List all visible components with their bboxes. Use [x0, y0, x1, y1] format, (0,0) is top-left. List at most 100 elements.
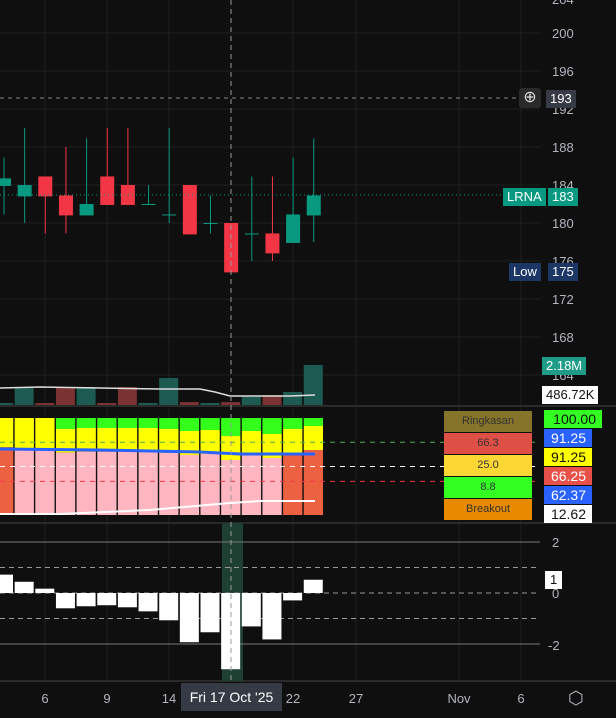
settings-icon[interactable]: ⬡ — [568, 688, 584, 709]
histogram-bar — [14, 581, 34, 593]
low-price-badge: 175 — [548, 263, 578, 281]
candle-body — [244, 233, 259, 235]
value-badge: 100.00 — [544, 410, 602, 428]
date-tick: Nov — [447, 691, 471, 706]
price-tick: 172 — [552, 292, 574, 307]
price-tick: 204 — [552, 0, 574, 7]
stack-bottom — [303, 450, 324, 515]
candle-body — [141, 204, 156, 205]
price-tick: 200 — [552, 26, 574, 41]
volume-bar — [138, 402, 158, 405]
summary-green-value: 8.8 — [444, 477, 532, 498]
stack-bottom — [138, 451, 159, 515]
volume-bar — [35, 402, 55, 405]
stack-yellow — [14, 418, 35, 451]
histogram-bar — [35, 588, 55, 593]
stack-green — [303, 418, 324, 426]
volume-bar — [200, 402, 220, 405]
stack-bottom — [76, 451, 97, 515]
histogram-bar — [97, 593, 117, 606]
histogram-bar — [283, 593, 303, 601]
crosshair-price-badge: 193 — [546, 90, 576, 108]
date-tick: 6 — [517, 691, 525, 706]
date-tick: 6 — [41, 691, 49, 706]
volume-bar — [0, 402, 13, 405]
stack-yellow — [97, 427, 118, 452]
stack-yellow — [76, 427, 97, 452]
osc-current-badge: 1 — [545, 571, 563, 589]
stack-bottom — [117, 451, 138, 515]
volume-bar — [76, 387, 96, 405]
volume-ma-line — [0, 386, 316, 397]
stack-bottom — [35, 450, 56, 515]
candle-body — [100, 176, 115, 205]
date-tick: 14 — [161, 691, 177, 706]
histogram-bar — [0, 574, 13, 593]
volume-bar — [303, 365, 323, 405]
volume-bar — [97, 402, 117, 405]
stack-yellow — [159, 428, 180, 453]
volume-bar — [241, 396, 261, 405]
stack-green — [117, 418, 138, 428]
stack-green — [283, 418, 304, 429]
price-tick: 180 — [552, 216, 574, 231]
candle-body — [203, 223, 218, 224]
date-tick: 27 — [348, 691, 364, 706]
stack-yellow — [0, 418, 14, 448]
volume-bar — [55, 387, 75, 405]
volume-bar — [221, 402, 241, 405]
price-tick: 168 — [552, 330, 574, 345]
candle-body — [58, 195, 73, 216]
candle-body — [306, 195, 321, 216]
candle-body — [265, 233, 280, 254]
candle-body — [286, 214, 301, 243]
volume-bar — [14, 387, 34, 405]
histogram-bar — [55, 593, 75, 609]
add-alert-plus-icon[interactable]: ⊕ — [519, 88, 541, 108]
value-badge: 91.25 — [544, 429, 592, 447]
candle-body — [79, 204, 94, 216]
stack-bottom — [159, 452, 180, 515]
summary-footer: Breakout — [444, 499, 532, 520]
stack-bottom — [14, 450, 35, 515]
price-tick: 188 — [552, 140, 574, 155]
histogram-bar — [303, 579, 323, 593]
stack-green — [97, 418, 118, 428]
value-badge: 66.25 — [544, 467, 592, 485]
volume-bar — [283, 391, 303, 405]
crosshair-date-label: Fri 17 Oct '25 — [181, 683, 282, 711]
stack-green — [159, 418, 180, 429]
last-price-badge: 183 — [548, 188, 578, 206]
stack-green — [200, 418, 221, 431]
value-badge: 12.62 — [544, 505, 592, 523]
stack-green — [179, 418, 200, 431]
histogram-bar — [200, 593, 220, 633]
stack-bottom — [241, 454, 262, 515]
summary-red-value: 66.3 — [444, 433, 532, 454]
stack-green — [262, 418, 283, 435]
candle-body — [0, 178, 11, 186]
stack-bottom — [55, 452, 76, 515]
stack-yellow — [138, 427, 159, 452]
price-tick: 196 — [552, 64, 574, 79]
stack-yellow — [35, 418, 56, 451]
stack-yellow — [221, 436, 242, 461]
stack-yellow — [117, 427, 138, 452]
volume-bar — [179, 402, 199, 405]
candle-body — [38, 176, 53, 197]
volume-badge: 2.18M — [542, 357, 587, 375]
histogram-bar — [262, 593, 282, 640]
stack-green — [138, 418, 159, 428]
date-tick: 9 — [103, 691, 111, 706]
histogram-bar — [241, 593, 261, 627]
histogram-bar — [159, 593, 179, 621]
stack-green — [76, 418, 97, 428]
candle-body — [182, 185, 197, 235]
low-label-badge: Low — [509, 263, 541, 281]
histogram-bar — [76, 593, 96, 607]
date-tick: 22 — [285, 691, 301, 706]
value-badge: 62.37 — [544, 486, 592, 504]
osc-tick: 2 — [552, 535, 560, 550]
value-badge: 91.25 — [544, 448, 592, 466]
summary-title: Ringkasan — [444, 411, 532, 432]
